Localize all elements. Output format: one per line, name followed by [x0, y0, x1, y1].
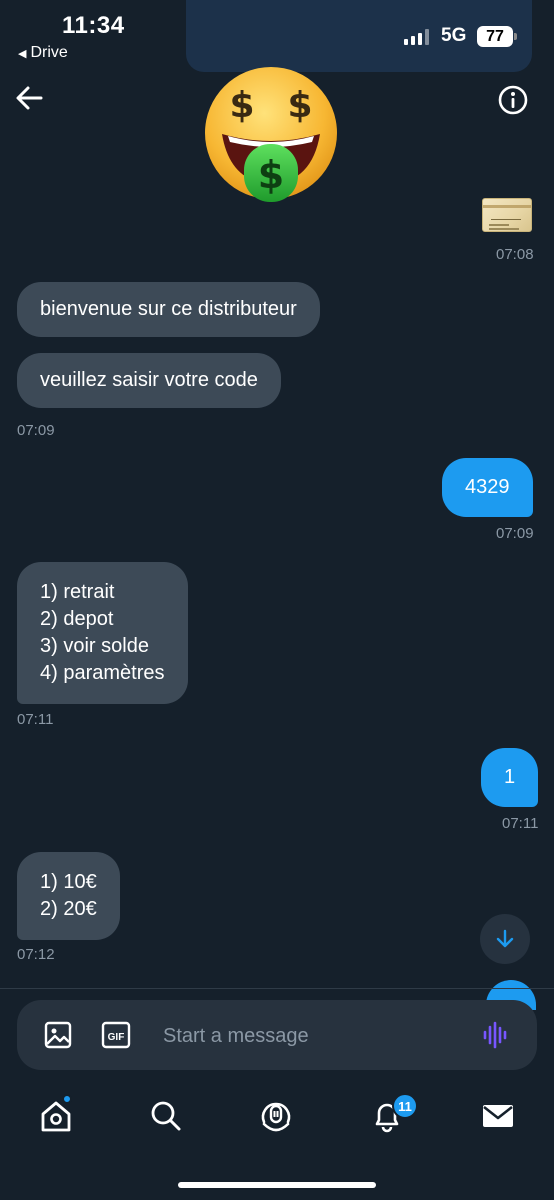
back-to-app-link[interactable]: ◀ Drive — [18, 44, 68, 62]
message-time: 07:09 — [17, 422, 55, 439]
divider — [0, 988, 554, 989]
money-mouth-face-emoji: $ $ $ — [205, 67, 337, 202]
svg-text:$: $ — [258, 153, 284, 197]
arrow-down-icon — [496, 929, 514, 948]
voice-message-button[interactable] — [481, 1020, 511, 1050]
image-icon — [44, 1021, 72, 1049]
home-unread-dot — [62, 1094, 72, 1104]
nav-search[interactable] — [148, 1098, 184, 1134]
conversation-avatar[interactable]: $ $ $ — [200, 62, 342, 204]
conversation-info-button[interactable] — [496, 83, 530, 117]
message-time: 07:11 — [17, 711, 54, 728]
back-triangle-icon: ◀ — [18, 47, 27, 60]
search-icon — [151, 1101, 181, 1131]
notifications-count-badge: 11 — [392, 1093, 418, 1119]
message-time: 07:12 — [17, 946, 55, 963]
messages-icon — [483, 1105, 513, 1127]
add-image-button[interactable] — [43, 1020, 73, 1050]
nav-spaces[interactable] — [258, 1098, 294, 1134]
message-input[interactable] — [163, 1022, 463, 1050]
svg-text:$: $ — [229, 85, 254, 126]
gif-label: GIF — [108, 1032, 125, 1043]
incoming-message[interactable]: veuillez saisir votre code — [17, 353, 281, 408]
cellular-signal-icon — [404, 29, 429, 45]
back-app-label: Drive — [30, 44, 68, 61]
outgoing-message[interactable]: 4329 — [442, 458, 533, 517]
incoming-message[interactable]: 1) retrait 2) depot 3) voir solde 4) par… — [17, 562, 188, 704]
message-time: 07:09 — [496, 525, 534, 542]
incoming-message[interactable]: 1) 10€ 2) 20€ — [17, 852, 120, 940]
home-indicator — [178, 1182, 376, 1188]
back-button[interactable] — [14, 82, 46, 114]
message-time: 07:08 — [496, 246, 534, 263]
scroll-to-bottom-button[interactable] — [480, 914, 530, 964]
add-gif-button[interactable]: GIF — [101, 1020, 131, 1050]
info-circle-icon — [498, 85, 528, 115]
battery-nub — [514, 33, 517, 40]
credit-card-image[interactable] — [482, 198, 532, 232]
nav-messages[interactable] — [480, 1098, 516, 1134]
outgoing-message[interactable]: 1 — [481, 748, 539, 807]
arrow-left-icon — [16, 86, 43, 110]
svg-text:$: $ — [287, 85, 312, 126]
voice-wave-icon — [483, 1021, 507, 1049]
network-type: 5G — [441, 25, 467, 46]
battery-level: 77 — [486, 27, 504, 45]
spaces-icon — [261, 1102, 291, 1132]
gif-icon: GIF — [101, 1021, 131, 1049]
incoming-message[interactable]: bienvenue sur ce distributeur — [17, 282, 320, 337]
battery-icon: 77 — [477, 26, 513, 47]
status-time: 11:34 — [62, 12, 125, 39]
message-time: 07:11 — [502, 815, 539, 832]
